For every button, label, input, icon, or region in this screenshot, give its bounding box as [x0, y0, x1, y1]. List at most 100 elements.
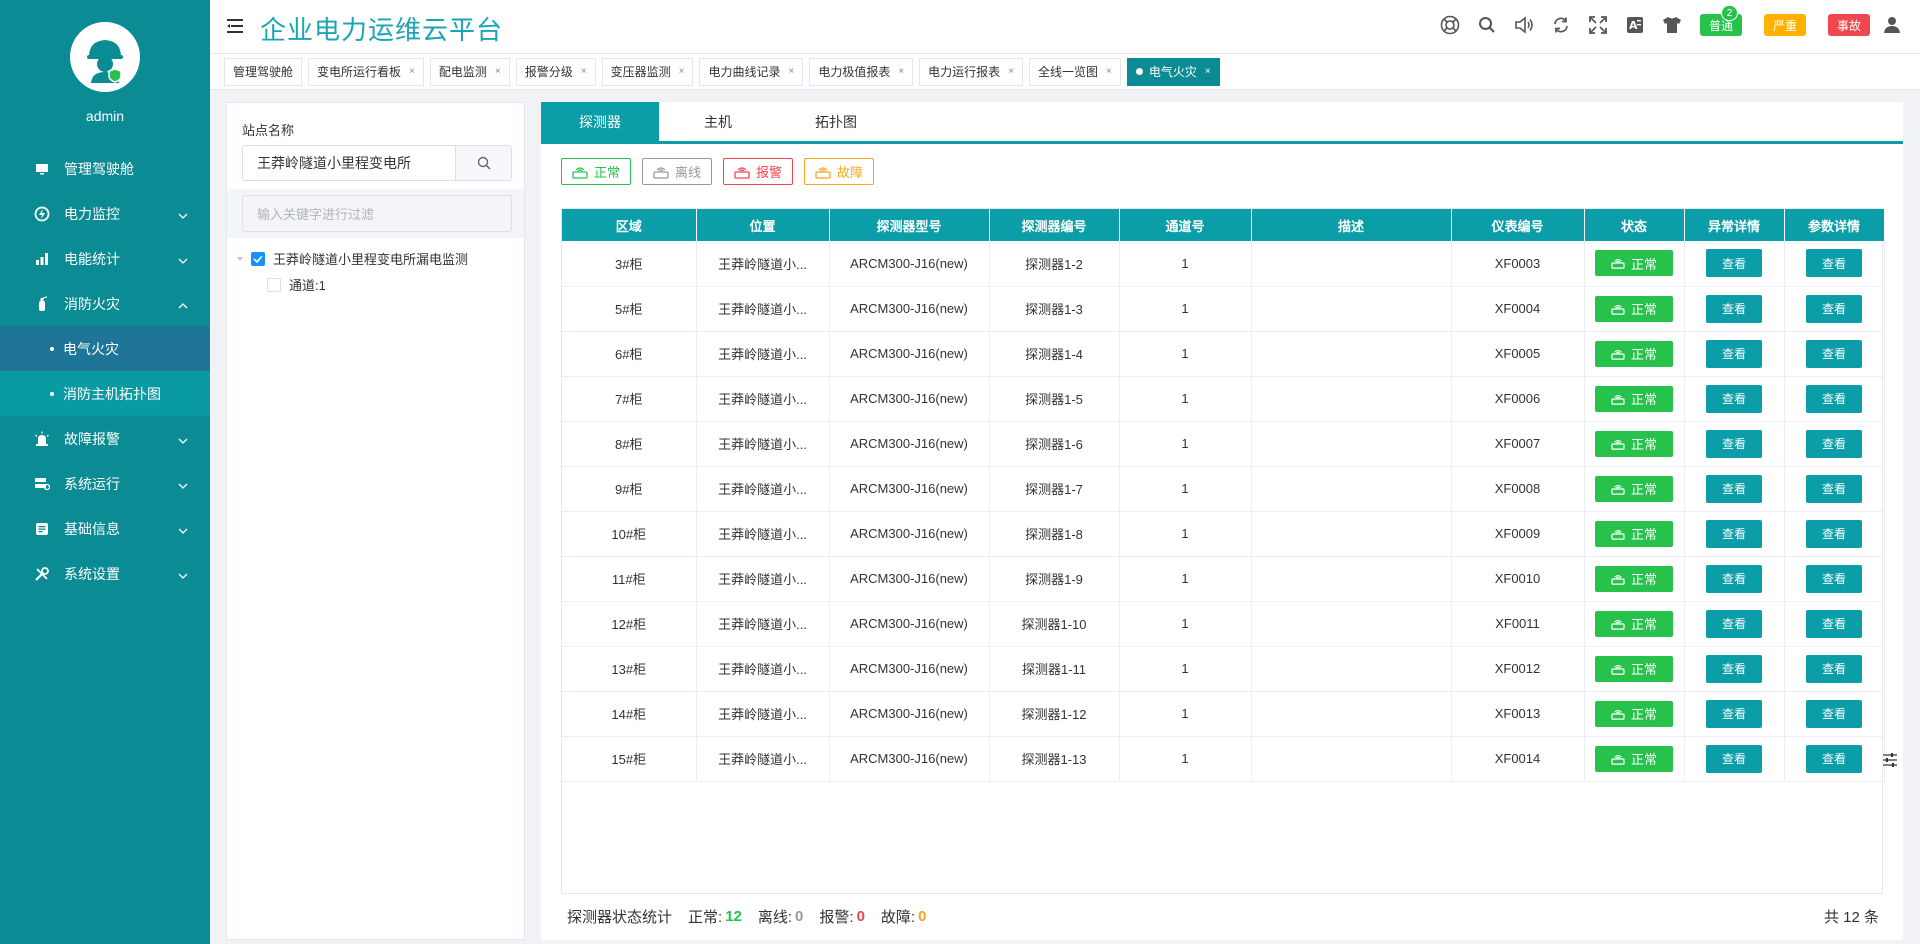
view-param-button[interactable]: 查看: [1806, 654, 1862, 683]
cell-desc: [1251, 331, 1452, 377]
view-abnormal-button[interactable]: 查看: [1706, 654, 1762, 683]
view-abnormal-button[interactable]: 查看: [1706, 249, 1762, 278]
fullscreen-icon[interactable]: [1588, 15, 1608, 35]
tab-transformer-monitor[interactable]: 变压器监测 ×: [601, 57, 694, 86]
font-size-icon[interactable]: A: [1625, 15, 1645, 35]
sidebar-item-system-running[interactable]: 系统运行: [0, 461, 210, 506]
close-icon[interactable]: ×: [898, 66, 904, 77]
sidebar-item-system-settings[interactable]: 系统设置: [0, 551, 210, 596]
sidebar-item-fire-protection[interactable]: 消防火灾: [0, 281, 210, 326]
status-text: 正常: [1630, 256, 1657, 272]
sidebar: admin 管理驾驶舱 电力监控 电能统计 消防火灾 电气火灾 消防主机拓扑图 …: [0, 0, 210, 944]
settings-sliders-icon[interactable]: [1882, 752, 1898, 771]
tree-node-root[interactable]: 王莽岭隧道小里程变电所漏电监测: [235, 249, 468, 268]
app-title: 企业电力运维云平台: [260, 15, 504, 45]
view-param-button[interactable]: 查看: [1806, 474, 1862, 503]
close-icon[interactable]: ×: [495, 66, 501, 77]
view-param-button[interactable]: 查看: [1806, 744, 1862, 773]
view-abnormal-button[interactable]: 查看: [1706, 519, 1762, 548]
search-icon[interactable]: [1477, 15, 1497, 35]
tree-channel-checkbox[interactable]: [267, 277, 281, 292]
station-selector[interactable]: 王莽岭隧道小里程变电所: [242, 145, 512, 181]
sidebar-item-cockpit[interactable]: 管理驾驶舱: [0, 146, 210, 191]
legend-offline[interactable]: 离线: [642, 158, 713, 185]
cell-channel: 1: [1119, 511, 1252, 557]
view-param-button[interactable]: 查看: [1806, 384, 1862, 413]
view-param-button[interactable]: 查看: [1806, 339, 1862, 368]
view-abnormal-button[interactable]: 查看: [1706, 294, 1762, 323]
view-abnormal-button[interactable]: 查看: [1706, 474, 1762, 503]
tab-host[interactable]: 主机: [659, 102, 777, 141]
cell-status: 正常: [1584, 466, 1685, 512]
alarm-accident-badge[interactable]: 事故: [1827, 14, 1870, 36]
user-icon[interactable]: [1882, 15, 1902, 35]
alarm-severe-badge[interactable]: 严重: [1763, 14, 1806, 36]
view-abnormal-button[interactable]: 查看: [1706, 609, 1762, 638]
cell-meter: XF0003: [1451, 241, 1585, 287]
view-param-button[interactable]: 查看: [1806, 429, 1862, 458]
sidebar-subitem-label: 消防主机拓扑图: [63, 385, 161, 402]
tab-cockpit[interactable]: 管理驾驶舱: [224, 57, 303, 86]
tree-root-checkbox[interactable]: [251, 251, 265, 266]
sidebar-item-fault-alarm[interactable]: 故障报警: [0, 416, 210, 461]
station-search-button[interactable]: [455, 146, 511, 180]
sidebar-subitem-electrical-fire[interactable]: 电气火灾: [0, 326, 210, 371]
close-icon[interactable]: ×: [1205, 66, 1211, 77]
legend-fault[interactable]: 故障: [804, 158, 875, 185]
cell-area: 6#柜: [562, 331, 697, 377]
close-icon[interactable]: ×: [581, 66, 587, 77]
cell-param-detail: 查看: [1784, 601, 1885, 647]
view-param-button[interactable]: 查看: [1806, 564, 1862, 593]
tab-power-curve[interactable]: 电力曲线记录 ×: [699, 57, 804, 86]
view-param-button[interactable]: 查看: [1806, 294, 1862, 323]
stats-alarm-count: 0: [856, 908, 865, 925]
close-icon[interactable]: ×: [788, 66, 794, 77]
alarm-normal-badge[interactable]: 普通 2: [1699, 5, 1742, 36]
view-param-button[interactable]: 查看: [1806, 609, 1862, 638]
view-abnormal-button[interactable]: 查看: [1706, 699, 1762, 728]
legend-normal[interactable]: 正常: [561, 158, 632, 185]
avatar[interactable]: [70, 22, 140, 92]
sidebar-item-power-monitor[interactable]: 电力监控: [0, 191, 210, 236]
sidebar-item-energy-stats[interactable]: 电能统计: [0, 236, 210, 281]
sidebar-subitem-fire-host-topology[interactable]: 消防主机拓扑图: [0, 371, 210, 416]
close-icon[interactable]: ×: [679, 66, 685, 77]
cell-param-detail: 查看: [1784, 511, 1885, 557]
tree-node-channel[interactable]: 通道:1: [267, 275, 326, 294]
view-abnormal-button[interactable]: 查看: [1706, 339, 1762, 368]
status-badge: 正常: [1595, 385, 1673, 412]
sidebar-item-basic-info[interactable]: 基础信息: [0, 506, 210, 551]
close-icon[interactable]: ×: [1106, 66, 1112, 77]
tab-power-extreme-report[interactable]: 电力极值报表 ×: [809, 57, 914, 86]
tab-power-running-report[interactable]: 电力运行报表 ×: [919, 57, 1024, 86]
view-abnormal-button[interactable]: 查看: [1706, 744, 1762, 773]
stats-normal-count: 12: [725, 908, 742, 925]
tab-line-overview[interactable]: 全线一览图 ×: [1029, 57, 1121, 86]
close-icon[interactable]: ×: [1008, 66, 1014, 77]
volume-icon[interactable]: [1514, 15, 1534, 35]
legend-alarm[interactable]: 报警: [723, 158, 794, 185]
tab-topology[interactable]: 拓扑图: [777, 102, 895, 141]
close-icon[interactable]: ×: [409, 66, 415, 77]
tab-electrical-fire[interactable]: 电气火灾 ×: [1126, 57, 1220, 86]
help-lifebuoy-icon[interactable]: [1440, 15, 1460, 35]
view-abnormal-button[interactable]: 查看: [1706, 564, 1762, 593]
refresh-icon[interactable]: [1551, 15, 1571, 35]
view-abnormal-button[interactable]: 查看: [1706, 429, 1762, 458]
view-param-button[interactable]: 查看: [1806, 699, 1862, 728]
tree-filter-input[interactable]: 输入关键字进行过滤: [242, 195, 512, 232]
cell-code: 探测器1-7: [989, 466, 1120, 512]
tab-detector[interactable]: 探测器: [541, 102, 659, 141]
cell-model: ARCM300-J16(new): [829, 736, 990, 782]
view-param-button[interactable]: 查看: [1806, 519, 1862, 548]
tab-distribution-monitor[interactable]: 配电监测 ×: [429, 57, 510, 86]
stats-alarm-label: 报警:: [819, 909, 854, 926]
tab-alarm-grading[interactable]: 报警分级 ×: [515, 57, 596, 86]
router-icon: [815, 166, 831, 179]
tab-substation-board[interactable]: 变电所运行看板 ×: [308, 57, 424, 86]
menu-toggle-icon[interactable]: [227, 18, 245, 37]
chevron-down-icon: [178, 521, 188, 537]
view-abnormal-button[interactable]: 查看: [1706, 384, 1762, 413]
view-param-button[interactable]: 查看: [1806, 249, 1862, 278]
theme-shirt-icon[interactable]: [1662, 15, 1682, 35]
